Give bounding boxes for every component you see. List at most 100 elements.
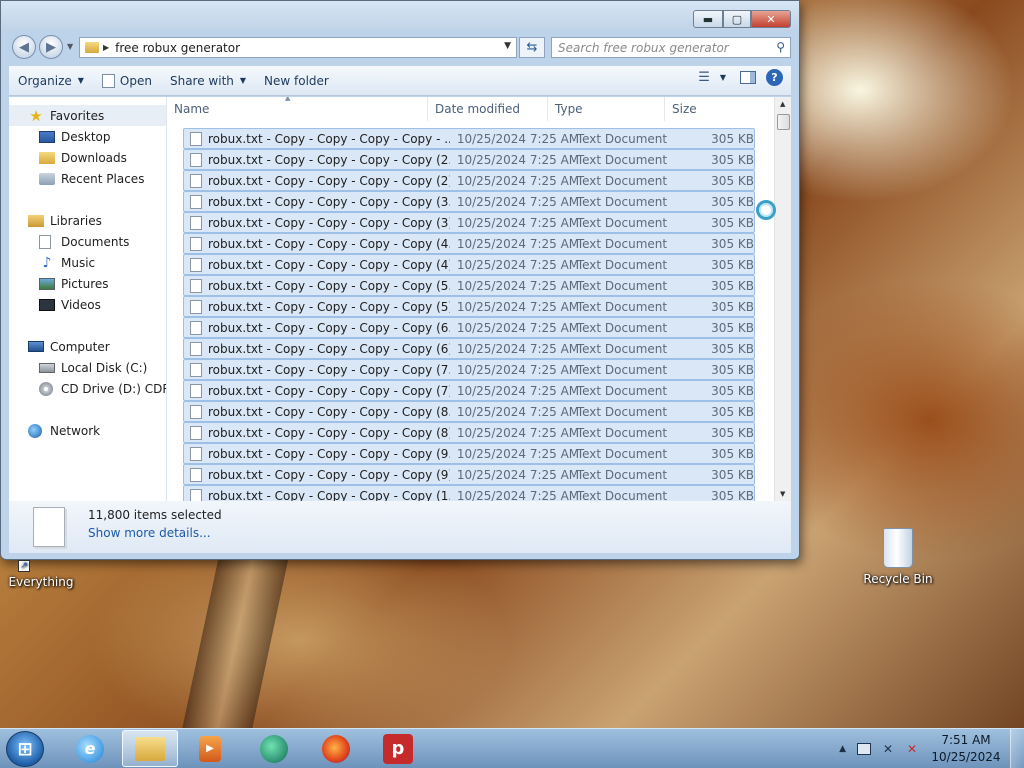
title-bar[interactable]: ▬ ▢ ✕ bbox=[1, 1, 799, 31]
close-button[interactable]: ✕ bbox=[751, 10, 791, 28]
file-name: robux.txt - Copy - Copy - Copy - Copy (1… bbox=[208, 488, 450, 502]
table-row[interactable]: robux.txt - Copy - Copy - Copy - Copy (5… bbox=[183, 296, 755, 317]
file-type: Text Document bbox=[576, 320, 668, 335]
nav-item-downloads[interactable]: Downloads bbox=[9, 147, 166, 168]
nav-item-network[interactable]: Network bbox=[9, 420, 166, 441]
vertical-scrollbar[interactable]: ▲ ▼ bbox=[774, 97, 791, 501]
address-dropdown-icon[interactable]: ▼ bbox=[504, 41, 511, 51]
taskbar-psiphon[interactable]: p bbox=[370, 730, 426, 767]
folder-icon bbox=[85, 42, 99, 53]
recent-pages-dropdown-icon[interactable]: ▼ bbox=[67, 42, 73, 51]
taskbar-windows-media-player[interactable]: ▶ bbox=[182, 730, 238, 767]
search-icon[interactable]: ⚲ bbox=[776, 40, 785, 54]
table-row[interactable]: robux.txt - Copy - Copy - Copy - Copy - … bbox=[183, 128, 755, 149]
taskbar-windows-explorer[interactable] bbox=[122, 730, 178, 767]
nav-item-music[interactable]: ♪ Music bbox=[9, 252, 166, 273]
text-file-icon bbox=[190, 236, 202, 251]
table-row[interactable]: robux.txt - Copy - Copy - Copy - Copy (7… bbox=[183, 380, 755, 401]
nav-item-pictures[interactable]: Pictures bbox=[9, 273, 166, 294]
address-bar[interactable]: ▶ free robux generator ▼ bbox=[79, 37, 517, 58]
scrollbar-thumb[interactable] bbox=[777, 114, 790, 130]
file-size: 305 KB bbox=[711, 152, 754, 167]
file-size: 305 KB bbox=[711, 446, 754, 461]
help-icon[interactable]: ? bbox=[766, 69, 783, 86]
breadcrumb-folder[interactable]: free robux generator bbox=[115, 41, 240, 55]
open-button[interactable]: Open bbox=[93, 69, 161, 93]
chevron-down-icon: ▼ bbox=[239, 76, 247, 85]
table-row[interactable]: robux.txt - Copy - Copy - Copy - Copy (3… bbox=[183, 212, 755, 233]
table-row[interactable]: robux.txt - Copy - Copy - Copy - Copy (1… bbox=[183, 485, 755, 501]
nav-item-libraries[interactable]: Libraries bbox=[9, 210, 166, 231]
start-button[interactable]: ⊞ bbox=[6, 731, 44, 767]
nav-label: Network bbox=[50, 423, 101, 438]
table-row[interactable]: robux.txt - Copy - Copy - Copy - Copy (3… bbox=[183, 191, 755, 212]
column-label: Name bbox=[174, 102, 210, 116]
taskbar-firefox[interactable] bbox=[308, 730, 364, 767]
table-row[interactable]: robux.txt - Copy - Copy - Copy - Copy (6… bbox=[183, 338, 755, 359]
file-size: 305 KB bbox=[711, 215, 754, 230]
show-desktop-button[interactable] bbox=[1010, 729, 1024, 768]
file-type: Text Document bbox=[576, 173, 668, 188]
show-more-details-link[interactable]: Show more details... bbox=[88, 526, 211, 540]
back-button[interactable]: ◀ bbox=[12, 35, 36, 59]
preview-pane-icon[interactable] bbox=[740, 71, 756, 84]
table-row[interactable]: robux.txt - Copy - Copy - Copy - Copy (2… bbox=[183, 149, 755, 170]
show-hidden-icons-icon[interactable]: ▲ bbox=[839, 744, 846, 754]
command-bar: Organize ▼ Open Share with ▼ New folder … bbox=[9, 66, 791, 96]
search-input[interactable] bbox=[558, 40, 763, 55]
action-center-flag-icon[interactable] bbox=[856, 741, 872, 757]
volume-muted-icon[interactable]: ✕ bbox=[904, 741, 920, 757]
minimize-button[interactable]: ▬ bbox=[693, 10, 723, 28]
table-row[interactable]: robux.txt - Copy - Copy - Copy - Copy (8… bbox=[183, 401, 755, 422]
taskbar-green-app[interactable] bbox=[246, 730, 302, 767]
nav-item-recent-places[interactable]: Recent Places bbox=[9, 168, 166, 189]
videos-icon bbox=[39, 298, 55, 311]
desktop-icon-everything[interactable]: ↗ Everything bbox=[6, 560, 76, 589]
clock[interactable]: 7:51 AM 10/25/2024 bbox=[928, 732, 1004, 766]
new-folder-label: New folder bbox=[264, 73, 329, 88]
text-file-icon bbox=[190, 446, 202, 461]
table-row[interactable]: robux.txt - Copy - Copy - Copy - Copy (8… bbox=[183, 422, 755, 443]
taskbar-internet-explorer[interactable]: e bbox=[62, 730, 118, 767]
network-disconnected-icon[interactable]: ✕ bbox=[880, 741, 896, 757]
table-row[interactable]: robux.txt - Copy - Copy - Copy - Copy (7… bbox=[183, 359, 755, 380]
nav-label: Desktop bbox=[61, 129, 111, 144]
maximize-button[interactable]: ▢ bbox=[723, 10, 751, 28]
file-size: 305 KB bbox=[711, 299, 754, 314]
table-row[interactable]: robux.txt - Copy - Copy - Copy - Copy (4… bbox=[183, 233, 755, 254]
table-row[interactable]: robux.txt - Copy - Copy - Copy - Copy (9… bbox=[183, 464, 755, 485]
text-file-icon bbox=[190, 257, 202, 272]
column-name[interactable]: ▲ Name bbox=[167, 97, 428, 121]
column-size[interactable]: Size bbox=[665, 97, 737, 121]
nav-item-documents[interactable]: Documents bbox=[9, 231, 166, 252]
refresh-button[interactable]: ⇆ bbox=[519, 37, 545, 58]
table-row[interactable]: robux.txt - Copy - Copy - Copy - Copy (6… bbox=[183, 317, 755, 338]
nav-item-desktop[interactable]: Desktop bbox=[9, 126, 166, 147]
scroll-up-icon[interactable]: ▲ bbox=[780, 100, 785, 108]
file-name: robux.txt - Copy - Copy - Copy - Copy (9… bbox=[208, 467, 450, 482]
desktop-icon-recycle-bin[interactable]: Recycle Bin bbox=[862, 528, 934, 586]
share-with-label: Share with bbox=[169, 73, 234, 88]
nav-item-cd-drive[interactable]: CD Drive (D:) CDROM bbox=[9, 378, 166, 399]
table-row[interactable]: robux.txt - Copy - Copy - Copy - Copy (9… bbox=[183, 443, 755, 464]
selection-count: 11,800 items selected bbox=[88, 508, 222, 522]
nav-item-computer[interactable]: Computer bbox=[9, 336, 166, 357]
new-folder-button[interactable]: New folder bbox=[255, 69, 338, 93]
table-row[interactable]: robux.txt - Copy - Copy - Copy - Copy (2… bbox=[183, 170, 755, 191]
table-row[interactable]: robux.txt - Copy - Copy - Copy - Copy (4… bbox=[183, 254, 755, 275]
share-with-button[interactable]: Share with ▼ bbox=[161, 69, 255, 93]
nav-item-local-disk[interactable]: Local Disk (C:) bbox=[9, 357, 166, 378]
column-date-modified[interactable]: Date modified bbox=[428, 97, 548, 121]
nav-item-favorites[interactable]: ★ Favorites bbox=[9, 105, 166, 126]
file-name: robux.txt - Copy - Copy - Copy - Copy (6… bbox=[208, 320, 450, 335]
nav-item-videos[interactable]: Videos bbox=[9, 294, 166, 315]
forward-button[interactable]: ▶ bbox=[39, 35, 63, 59]
file-date: 10/25/2024 7:25 AM bbox=[456, 278, 580, 293]
column-type[interactable]: Type bbox=[548, 97, 665, 121]
breadcrumb-separator-icon[interactable]: ▶ bbox=[103, 43, 109, 52]
scroll-down-icon[interactable]: ▼ bbox=[780, 490, 785, 498]
view-options-dropdown-icon[interactable]: ▼ bbox=[720, 73, 726, 82]
organize-button[interactable]: Organize ▼ bbox=[9, 69, 93, 93]
table-row[interactable]: robux.txt - Copy - Copy - Copy - Copy (5… bbox=[183, 275, 755, 296]
change-view-icon[interactable]: ☰ bbox=[698, 70, 710, 85]
